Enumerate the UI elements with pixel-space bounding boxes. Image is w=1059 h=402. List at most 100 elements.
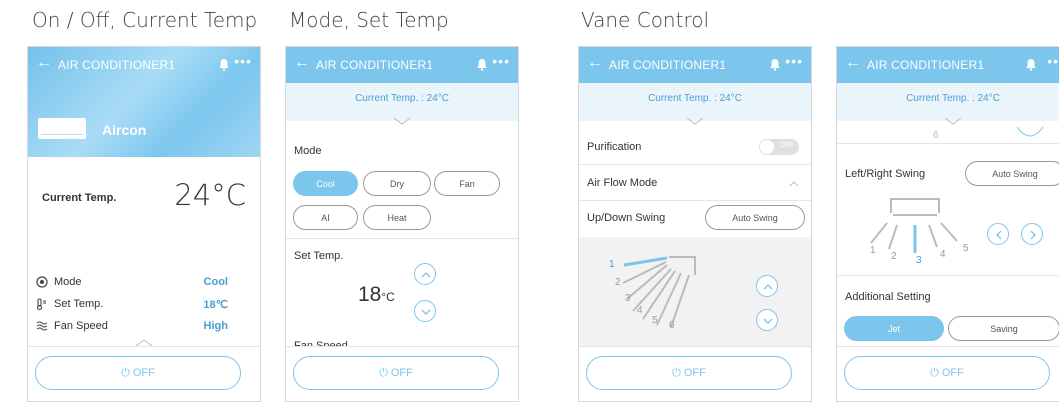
power-off-button[interactable]: ⏻ OFF [35,356,241,390]
temp-up-button[interactable] [414,263,436,285]
lr-vane-position-4[interactable]: 4 [940,249,946,260]
chevron-down-icon [421,309,431,315]
vane-down-button[interactable] [756,309,778,331]
vane-up-button[interactable] [756,275,778,297]
vane-position-2[interactable]: 2 [615,277,621,288]
section-title-vane: Vane Control [581,8,710,32]
chevron-down-icon[interactable] [686,117,704,125]
chevron-up-icon[interactable] [789,181,799,187]
toggle-knob [760,140,774,154]
fan-icon [36,321,48,331]
app-title: AIR CONDITIONER1 [867,58,985,72]
settemp-unit: °C [381,290,395,304]
chevron-left-icon [996,230,1002,240]
leftright-swing-label: Left/Right Swing [845,168,926,180]
auto-swing-button[interactable]: Auto Swing [705,205,805,230]
airflow-label: Air Flow Mode [587,177,658,189]
power-bar: ⏻ OFF [286,346,518,401]
power-icon: ⏻ [121,367,133,379]
vane-right-button[interactable] [1021,223,1043,245]
mode-label: Mode [54,276,82,288]
jet-button[interactable]: Jet [844,316,944,341]
more-icon[interactable]: ••• [1047,53,1059,69]
vane-position-6[interactable]: 6 [669,320,675,331]
chevron-up-icon [421,272,431,278]
mode-heat-button[interactable]: Heat [363,205,431,230]
device-name: Aircon [102,122,147,138]
power-off-button[interactable]: ⏻ OFF [293,356,499,390]
current-temp-text: Current Temp. : 24°C [906,93,1000,104]
app-topbar: ← AIR CONDITIONER1 ••• [286,47,518,83]
horizontal-vane-diagram[interactable] [865,195,965,257]
section-title-onoff: On / Off, Current Temp [32,8,258,32]
more-icon[interactable]: ••• [785,53,803,69]
current-temp-text: Current Temp. : 24°C [648,93,742,104]
saving-button[interactable]: Saving [948,316,1059,341]
purification-toggle[interactable]: OFF [759,139,799,155]
chevron-down-icon[interactable] [944,117,962,125]
settemp-section-label: Set Temp. [294,250,344,262]
lr-vane-position-3[interactable]: 3 [916,255,922,266]
temp-down-button[interactable] [414,300,436,322]
auto-swing-button[interactable]: Auto Swing [965,161,1059,186]
phone-screen-vane-leftright: ← AIR CONDITIONER1 ••• Current Temp. : 2… [836,46,1059,402]
fanspeed-label: Fan Speed [54,320,108,332]
mode-dry-button[interactable]: Dry [363,171,431,196]
divider [579,200,811,201]
section-title-mode: Mode, Set Temp [289,8,449,32]
power-bar: ⏻ OFF [579,346,811,401]
back-arrow-icon[interactable]: ← [36,54,52,72]
chevron-down-icon[interactable] [393,117,411,125]
lr-vane-position-2[interactable]: 2 [891,251,897,262]
bell-icon[interactable] [218,58,230,71]
settemp-number: 18 [358,283,382,306]
power-off-label: OFF [683,367,706,379]
vane-position-3[interactable]: 3 [625,293,631,304]
phone-screen-onoff: ← AIR CONDITIONER1 ••• Aircon Current Te… [27,46,261,402]
vane-position-4[interactable]: 4 [637,305,643,316]
power-off-label: OFF [941,367,964,379]
power-off-label: OFF [390,367,413,379]
back-arrow-icon[interactable]: ← [587,54,603,72]
divider [837,143,1059,144]
power-off-button[interactable]: ⏻ OFF [844,356,1050,390]
bell-icon[interactable] [769,58,781,71]
power-off-button[interactable]: ⏻ OFF [586,356,792,390]
back-arrow-icon[interactable]: ← [845,54,861,72]
bell-icon[interactable] [1025,58,1037,71]
current-temp-bar: Current Temp. : 24°C [286,83,518,121]
settemp-label: Set Temp. [54,298,104,310]
mode-fan-button[interactable]: Fan [434,171,500,196]
vane-position-5[interactable]: 5 [652,315,658,326]
divider [837,275,1059,276]
bell-icon[interactable] [476,58,488,71]
lr-vane-position-5[interactable]: 5 [963,243,969,254]
app-title: AIR CONDITIONER1 [609,58,727,72]
lr-vane-position-1[interactable]: 1 [870,245,876,256]
phone-screen-vane-updown: ← AIR CONDITIONER1 ••• Current Temp. : 2… [578,46,812,402]
power-bar: ⏻ OFF [28,346,260,401]
settemp-value: 18°C [358,283,395,307]
mode-icon [36,276,48,288]
updown-swing-label: Up/Down Swing [587,212,666,224]
app-topbar: ← AIR CONDITIONER1 ••• [28,47,260,83]
phone-screen-mode: ← AIR CONDITIONER1 ••• Current Temp. : 2… [285,46,519,402]
power-off-label: OFF [132,367,155,379]
fanspeed-value: High [203,320,228,332]
toggle-state: OFF [780,142,794,149]
back-arrow-icon[interactable]: ← [294,54,310,72]
partial-circle-button[interactable] [1015,127,1045,137]
vane-left-button[interactable] [987,223,1009,245]
app-topbar: ← AIR CONDITIONER1 ••• [837,47,1059,83]
more-icon[interactable]: ••• [234,53,252,69]
mode-value: Cool [203,276,228,288]
mode-ai-button[interactable]: AI [293,205,358,230]
more-icon[interactable]: ••• [492,53,510,69]
chevron-right-icon [1030,230,1036,240]
vane-position-partial: 6 [933,130,939,141]
additional-setting-label: Additional Setting [845,291,931,303]
vane-position-1[interactable]: 1 [609,259,615,270]
current-temp-bar: Current Temp. : 24°C [837,83,1059,121]
chevron-up-icon [763,284,773,290]
mode-cool-button[interactable]: Cool [293,171,358,196]
